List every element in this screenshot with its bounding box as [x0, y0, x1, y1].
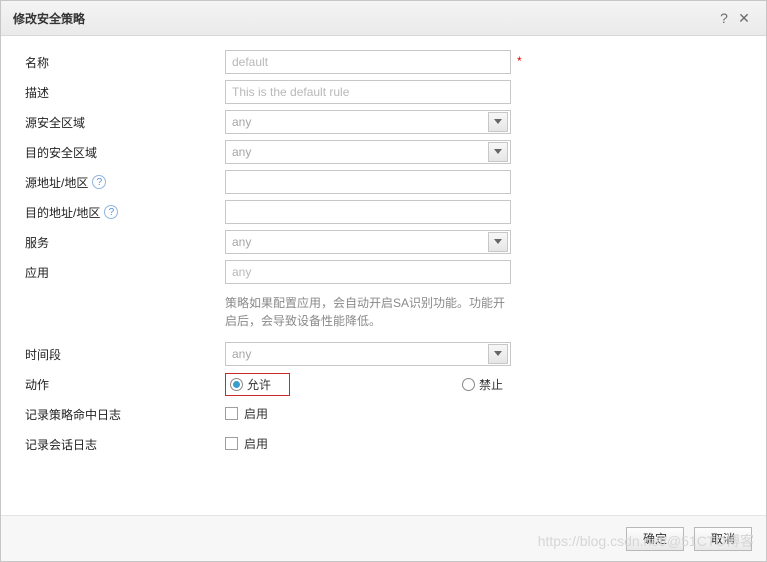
dst-addr-input[interactable]	[225, 200, 511, 224]
service-label: 服务	[25, 234, 225, 251]
title-bar: 修改安全策略 ? ✕	[1, 1, 766, 36]
desc-label: 描述	[25, 84, 225, 101]
action-label: 动作	[25, 376, 225, 393]
dialog: 修改安全策略 ? ✕ 名称 * 描述 源安全区域 any	[0, 0, 767, 562]
log-hit-label: 记录策略命中日志	[25, 406, 225, 423]
log-hit-option: 启用	[244, 405, 268, 422]
src-addr-input[interactable]	[225, 170, 511, 194]
log-sess-option: 启用	[244, 435, 268, 452]
dst-addr-label: 目的地址/地区 ?	[25, 204, 225, 221]
service-value: any	[232, 235, 251, 249]
src-zone-combo[interactable]: any	[225, 110, 511, 134]
action-allow-radio[interactable]: 允许	[230, 376, 271, 393]
dst-zone-value: any	[232, 145, 251, 159]
dst-zone-combo[interactable]: any	[225, 140, 511, 164]
service-combo[interactable]: any	[225, 230, 511, 254]
log-sess-checkbox[interactable]: 启用	[225, 435, 268, 452]
name-label: 名称	[25, 54, 225, 71]
chevron-down-icon	[488, 344, 508, 364]
src-zone-value: any	[232, 115, 251, 129]
time-combo[interactable]: any	[225, 342, 511, 366]
required-marker: *	[517, 50, 522, 68]
app-tip: 策略如果配置应用，会自动开启SA识别功能。功能开启后，会导致设备性能降低。	[225, 290, 511, 336]
action-deny-radio[interactable]: 禁止	[462, 376, 503, 393]
app-label: 应用	[25, 264, 225, 281]
dst-zone-label: 目的安全区域	[25, 144, 225, 161]
log-hit-checkbox[interactable]: 启用	[225, 405, 268, 422]
dialog-title: 修改安全策略	[13, 10, 714, 27]
desc-input[interactable]	[225, 80, 511, 104]
src-addr-label: 源地址/地区 ?	[25, 174, 225, 191]
chevron-down-icon	[488, 232, 508, 252]
checkbox-icon	[225, 407, 238, 420]
time-value: any	[232, 347, 251, 361]
log-sess-label: 记录会话日志	[25, 436, 225, 453]
app-input[interactable]	[225, 260, 511, 284]
action-allow-label: 允许	[247, 376, 271, 393]
action-allow-highlight: 允许	[225, 373, 290, 396]
cancel-button[interactable]: 取消	[694, 527, 752, 551]
dialog-footer: 确定 取消	[1, 515, 766, 561]
dialog-body: 名称 * 描述 源安全区域 any 目的安全区域	[1, 36, 766, 515]
radio-icon	[462, 378, 475, 391]
src-zone-label: 源安全区域	[25, 114, 225, 131]
checkbox-icon	[225, 437, 238, 450]
time-label: 时间段	[25, 346, 225, 363]
help-icon[interactable]: ?	[104, 205, 118, 219]
radio-icon	[230, 378, 243, 391]
ok-button[interactable]: 确定	[626, 527, 684, 551]
help-icon[interactable]: ?	[92, 175, 106, 189]
chevron-down-icon	[488, 112, 508, 132]
chevron-down-icon	[488, 142, 508, 162]
name-input[interactable]	[225, 50, 511, 74]
help-icon[interactable]: ?	[714, 10, 734, 26]
action-deny-label: 禁止	[479, 376, 503, 393]
close-icon[interactable]: ✕	[734, 10, 754, 27]
